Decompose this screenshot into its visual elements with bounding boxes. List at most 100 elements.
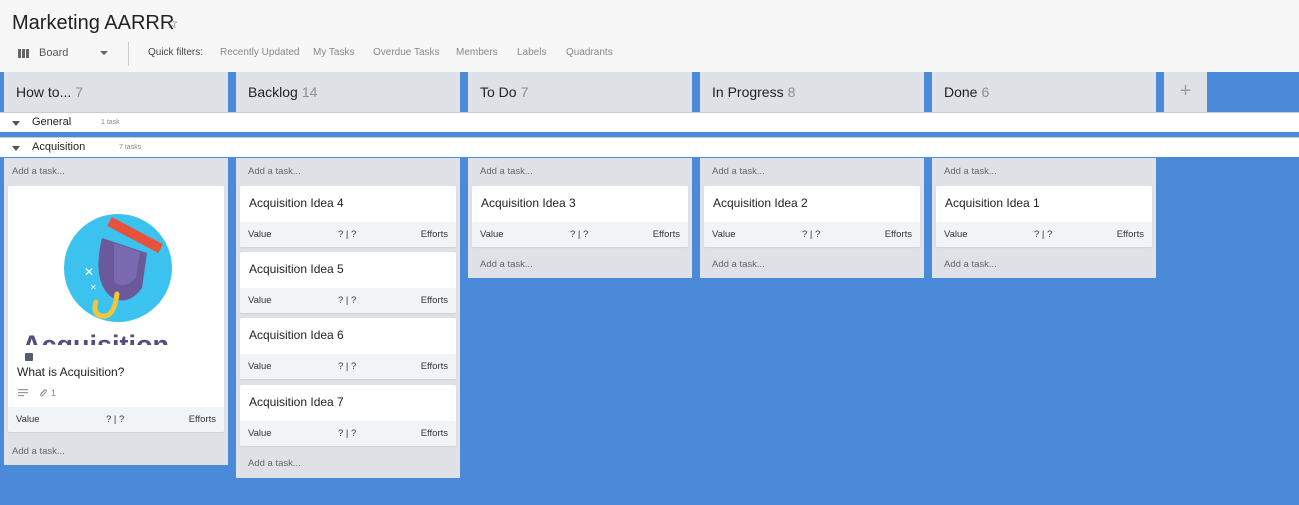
column-count: 8 (787, 84, 796, 100)
board-title: Marketing AARRR (12, 12, 175, 34)
illustration-caption: Acquisition (22, 330, 169, 345)
chevron-down-icon[interactable] (12, 146, 20, 151)
efforts-label: Efforts (1116, 229, 1144, 240)
add-task-link[interactable]: Add a task... (12, 166, 65, 177)
value-label: Value (248, 428, 272, 439)
paperclip-icon (40, 388, 47, 397)
filter-members[interactable]: Members (456, 47, 498, 58)
add-task-link[interactable]: Add a task... (712, 166, 765, 177)
column-header-in-progress[interactable]: In Progress 8 (700, 72, 924, 112)
column-header-done[interactable]: Done 6 (932, 72, 1156, 112)
card-footer: Value ? | ? Efforts (240, 288, 456, 313)
value-label: Value (248, 295, 272, 306)
score-label: ? | ? (338, 428, 357, 439)
efforts-label: Efforts (420, 428, 448, 439)
value-label: Value (16, 414, 40, 425)
card-title: Acquisition Idea 2 (713, 196, 808, 210)
lane-to-do: Add a task... Acquisition Idea 3 Value ? … (468, 158, 692, 278)
card-footer: Value ? | ? Efforts (8, 407, 224, 432)
efforts-label: Efforts (420, 229, 448, 240)
task-card[interactable]: Acquisition Idea 4 Value ? | ? Efforts (240, 186, 456, 247)
lane-how-to: Add a task... ✕ ✕ Acquisition What is Ac… (4, 158, 228, 465)
card-footer: Value ? | ? Efforts (704, 222, 920, 247)
add-task-link[interactable]: Add a task... (12, 446, 65, 457)
value-label: Value (248, 361, 272, 372)
swimlane-acquisition[interactable]: Acquisition 7 tasks (0, 137, 1299, 157)
column-count: 6 (981, 84, 990, 100)
column-title: To Do (480, 84, 517, 100)
task-card[interactable]: Acquisition Idea 7 Value ? | ? Efforts (240, 385, 456, 446)
column-title: Backlog (248, 84, 298, 100)
filter-my-tasks[interactable]: My Tasks (313, 47, 355, 58)
chevron-down-icon[interactable] (100, 51, 108, 55)
task-card[interactable]: Acquisition Idea 1 Value ? | ? Efforts (936, 186, 1152, 247)
efforts-label: Efforts (652, 229, 680, 240)
quick-filters-label: Quick filters: (148, 47, 204, 58)
card-title: Acquisition Idea 7 (249, 395, 344, 409)
card-footer: Value ? | ? Efforts (240, 421, 456, 446)
view-selector[interactable]: Board (18, 46, 68, 60)
score-label: ? | ? (1034, 229, 1053, 240)
score-label: ? | ? (338, 295, 357, 306)
card-title: Acquisition Idea 4 (249, 196, 344, 210)
card-title: Acquisition Idea 1 (945, 196, 1040, 210)
column-count: 7 (520, 84, 529, 100)
card-title: What is Acquisition? (17, 365, 125, 379)
add-column-button[interactable]: + (1164, 72, 1207, 112)
add-task-link[interactable]: Add a task... (944, 166, 997, 177)
filter-quadrants[interactable]: Quadrants (566, 47, 613, 58)
value-label: Value (944, 229, 968, 240)
swimlane-name: Acquisition (32, 141, 86, 153)
column-count: 14 (301, 84, 318, 100)
description-icon (18, 389, 28, 397)
lane-in-progress: Add a task... Acquisition Idea 2 Value ? … (700, 158, 924, 278)
column-header-to-do[interactable]: To Do 7 (468, 72, 692, 112)
filter-overdue-tasks[interactable]: Overdue Tasks (373, 47, 440, 58)
svg-text:✕: ✕ (84, 265, 94, 279)
add-task-link[interactable]: Add a task... (248, 458, 301, 469)
card-meta: 1 (18, 388, 56, 398)
column-title: How to... (16, 84, 72, 100)
card-footer: Value ? | ? Efforts (240, 354, 456, 379)
column-header-how-to[interactable]: How to... 7 (4, 72, 228, 112)
acquisition-illustration: ✕ ✕ (64, 214, 172, 322)
card-title: Acquisition Idea 5 (249, 262, 344, 276)
task-card[interactable]: Acquisition Idea 6 Value ? | ? Efforts (240, 318, 456, 379)
score-label: ? | ? (570, 229, 589, 240)
card-footer: Value ? | ? Efforts (936, 222, 1152, 247)
card-title: Acquisition Idea 3 (481, 196, 576, 210)
value-label: Value (480, 229, 504, 240)
chevron-down-icon[interactable] (12, 121, 20, 126)
attachment-count: 1 (51, 388, 57, 398)
add-task-link[interactable]: Add a task... (944, 259, 997, 270)
efforts-label: Efforts (188, 414, 216, 425)
score-label: ? | ? (802, 229, 821, 240)
view-selector-label: Board (39, 47, 69, 59)
value-label: Value (712, 229, 736, 240)
task-card[interactable]: Acquisition Idea 5 Value ? | ? Efforts (240, 252, 456, 313)
add-task-link[interactable]: Add a task... (480, 259, 533, 270)
cover-badge-icon (25, 353, 33, 361)
task-card[interactable]: Acquisition Idea 3 Value ? | ? Efforts (472, 186, 688, 247)
swimlane-general[interactable]: General 1 task (0, 112, 1299, 132)
board-view-icon (18, 48, 29, 58)
swimlane-count: 7 tasks (119, 144, 142, 151)
lane-backlog: Add a task... Acquisition Idea 4 Value ? … (236, 158, 460, 478)
add-task-link[interactable]: Add a task... (712, 259, 765, 270)
filter-labels[interactable]: Labels (517, 47, 546, 58)
card-footer: Value ? | ? Efforts (240, 222, 456, 247)
task-card[interactable]: ✕ ✕ Acquisition What is Acquisition? 1 V… (8, 186, 224, 432)
score-label: ? | ? (338, 229, 357, 240)
efforts-label: Efforts (420, 361, 448, 372)
add-task-link[interactable]: Add a task... (248, 166, 301, 177)
star-icon[interactable]: ☆ (166, 15, 179, 32)
task-card[interactable]: Acquisition Idea 2 Value ? | ? Efforts (704, 186, 920, 247)
card-footer: Value ? | ? Efforts (472, 222, 688, 247)
score-label: ? | ? (106, 414, 125, 425)
column-header-backlog[interactable]: Backlog 14 (236, 72, 460, 112)
filter-recently-updated[interactable]: Recently Updated (220, 47, 300, 58)
add-task-link[interactable]: Add a task... (480, 166, 533, 177)
divider (128, 42, 129, 66)
column-count: 7 (75, 84, 84, 100)
card-title: Acquisition Idea 6 (249, 328, 344, 342)
